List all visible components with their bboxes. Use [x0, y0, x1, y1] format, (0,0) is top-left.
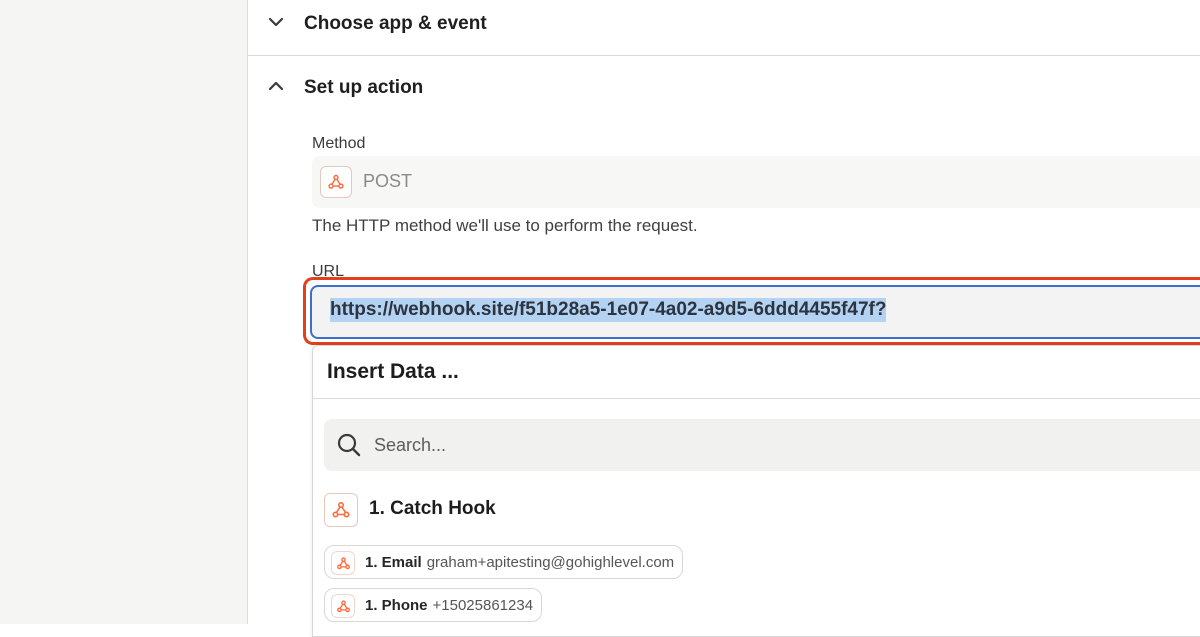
section-choose-app-event[interactable]: Choose app & event: [248, 0, 1200, 48]
chevron-up-icon: [268, 81, 284, 91]
webhooks-icon: [320, 166, 352, 198]
field-chip-phone[interactable]: 1. Phone +15025861234: [324, 588, 543, 622]
method-help-text: The HTTP method we'll use to perform the…: [312, 216, 698, 235]
section-set-up-action[interactable]: Set up action: [248, 64, 1200, 112]
url-label: URL: [312, 263, 345, 277]
left-canvas: [0, 0, 248, 624]
search-box[interactable]: [324, 419, 1200, 471]
field-key: 1. Phone: [365, 596, 428, 614]
field-chip-email[interactable]: 1. Email graham+apitesting@gohighlevel.c…: [324, 545, 684, 579]
url-value[interactable]: https://webhook.site/f51b28a5-1e07-4a02-…: [330, 298, 887, 322]
field-value: +15025861234: [432, 596, 534, 614]
search-input[interactable]: [374, 431, 874, 459]
dropdown-title: Insert Data ...: [327, 360, 459, 383]
chevron-down-icon: [268, 17, 284, 27]
webhooks-icon: [324, 493, 358, 527]
section-title: Choose app & event: [304, 13, 487, 34]
webhooks-icon: [331, 594, 355, 618]
step-editor-panel: Choose app & event Set up action Method …: [248, 0, 1200, 637]
method-label: Method: [312, 135, 366, 152]
method-value: POST: [363, 171, 413, 191]
field-value: graham+apitesting@gohighlevel.com: [426, 553, 675, 571]
section-title: Set up action: [304, 77, 424, 98]
dropdown-divider: [313, 398, 1200, 399]
webhooks-icon: [331, 551, 355, 575]
insert-data-dropdown: Insert Data ... 1. Catch Hook: [312, 345, 1200, 637]
field-key: 1. Email: [365, 553, 422, 571]
section-divider: [248, 55, 1200, 56]
search-icon: [337, 433, 361, 457]
method-field[interactable]: POST: [312, 156, 1200, 208]
step-title: 1. Catch Hook: [369, 498, 496, 519]
